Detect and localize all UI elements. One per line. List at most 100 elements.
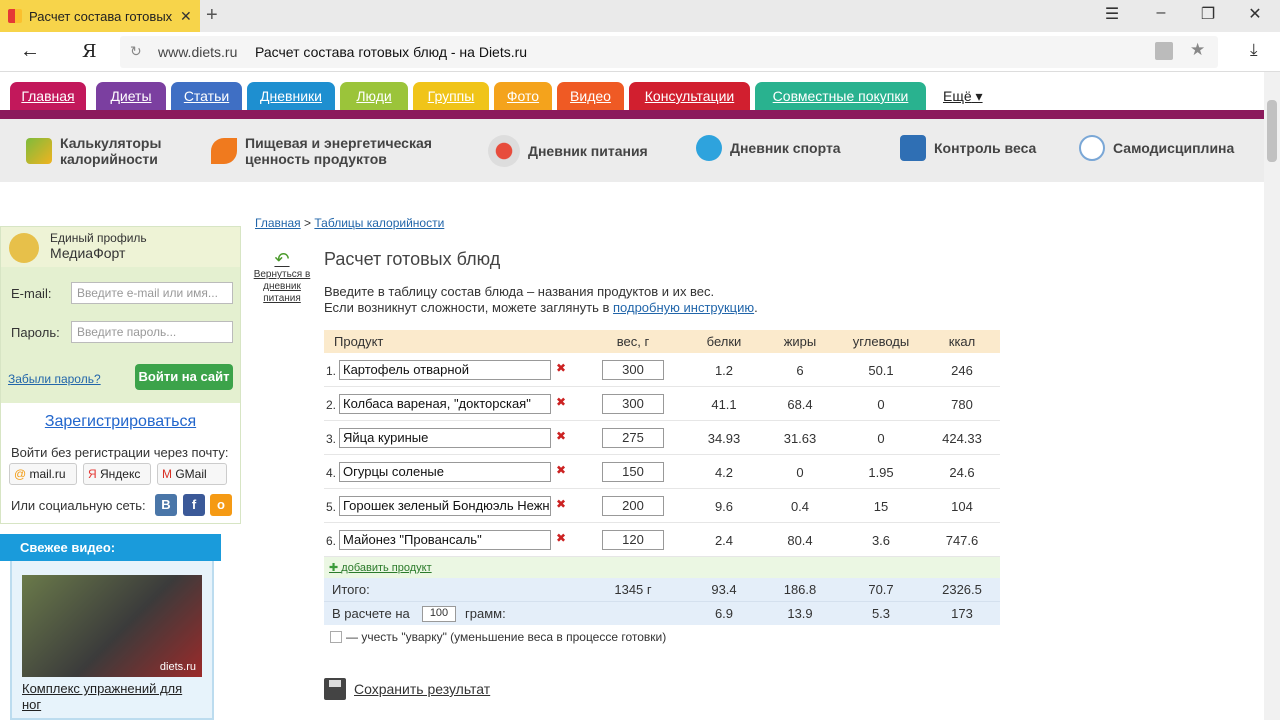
yandex-button[interactable]: Я Яндекс: [83, 463, 151, 485]
per-unit: грамм:: [465, 606, 506, 621]
menu-icon[interactable]: ☰: [1097, 4, 1127, 24]
mediafort-logo: [9, 233, 39, 263]
protein-value: 34.93: [707, 431, 741, 446]
nav-tab-video[interactable]: Видео: [557, 82, 624, 112]
per-label: В расчете на: [332, 606, 410, 621]
facebook-icon[interactable]: f: [183, 494, 205, 516]
product-name-input[interactable]: Картофель отварной: [339, 360, 551, 380]
download-icon[interactable]: ⤓: [1250, 40, 1258, 60]
url-domain: www.diets.ru: [158, 44, 238, 60]
yandex-logo[interactable]: Я: [82, 41, 97, 62]
protein-value: 4.2: [714, 465, 734, 480]
mailru-button[interactable]: @ mail.ru: [9, 463, 77, 485]
nav-tab-diets[interactable]: Диеты: [96, 82, 166, 112]
breadcrumb-current[interactable]: Таблицы калорийности: [314, 216, 444, 230]
login-button[interactable]: Войти на сайт: [135, 364, 233, 390]
per-amount-input[interactable]: 100: [422, 606, 456, 622]
table-row: 3. Яйца куриные ✖ 275 34.93 31.63 0 424.…: [324, 421, 1000, 455]
video-caption-link[interactable]: Комплекс упражнений для ног: [22, 681, 202, 713]
total-weight: 1345 г: [614, 582, 652, 597]
new-tab-icon[interactable]: +: [206, 4, 218, 27]
product-name-input[interactable]: Огурцы соленые: [339, 462, 551, 482]
tool-weight-control[interactable]: Контроль веса: [900, 135, 1050, 161]
add-product-link[interactable]: ✚ добавить продукт: [329, 561, 432, 574]
stopwatch-icon: [1079, 135, 1105, 161]
product-name-input[interactable]: Колбаса вареная, "докторская": [339, 394, 551, 414]
add-product-row: ✚ добавить продукт: [324, 557, 1000, 578]
odnoklassniki-icon[interactable]: о: [210, 494, 232, 516]
browser-tab[interactable]: Расчет состава готовых ✕: [0, 0, 200, 32]
weight-input[interactable]: 120: [602, 530, 664, 550]
tool-nutrition-values[interactable]: Пищевая и энергетическая ценность продук…: [211, 135, 461, 167]
tool-self-discipline[interactable]: Самодисциплина: [1079, 135, 1254, 161]
nav-more[interactable]: Ещё ▾: [943, 88, 983, 105]
register-link[interactable]: Зарегистрироваться: [1, 413, 240, 431]
url-field[interactable]: ↻ www.diets.ru Расчет состава готовых бл…: [120, 36, 1218, 68]
header-carbs: углеводы: [852, 334, 910, 349]
product-name-input[interactable]: Яйца куриные: [339, 428, 551, 448]
forgot-password-link[interactable]: Забыли пароль?: [8, 372, 101, 386]
vk-icon[interactable]: В: [155, 494, 177, 516]
delete-row-icon[interactable]: ✖: [556, 429, 566, 443]
save-result-link[interactable]: Сохранить результат: [324, 678, 490, 700]
delete-row-icon[interactable]: ✖: [556, 531, 566, 545]
social-label: Или социальную сеть:: [11, 498, 146, 513]
row-number: 6.: [326, 534, 337, 548]
scrollbar-thumb[interactable]: [1267, 100, 1277, 162]
nav-tab-consultations[interactable]: Консультации: [629, 82, 750, 112]
delete-row-icon[interactable]: ✖: [556, 497, 566, 511]
delete-row-icon[interactable]: ✖: [556, 395, 566, 409]
uvarka-checkbox[interactable]: [330, 631, 342, 643]
back-arrow-icon: ↶: [274, 249, 290, 269]
window-close-icon[interactable]: ✕: [1240, 4, 1270, 24]
breadcrumb-home[interactable]: Главная: [255, 216, 301, 230]
weight-input[interactable]: 300: [602, 360, 664, 380]
nav-tab-groups[interactable]: Группы: [413, 82, 489, 112]
nav-tab-photo[interactable]: Фото: [494, 82, 552, 112]
nav-tab-joint-purchases[interactable]: Совместные покупки: [755, 82, 926, 112]
scrollbar-track[interactable]: [1264, 72, 1280, 720]
delete-row-icon[interactable]: ✖: [556, 463, 566, 477]
tool-food-diary[interactable]: Дневник питания: [488, 135, 668, 167]
weight-input[interactable]: 150: [602, 462, 664, 482]
per-kcal: 173: [951, 606, 973, 621]
nav-tab-articles[interactable]: Статьи: [171, 82, 242, 112]
sport-icon: [696, 135, 722, 161]
weight-input[interactable]: 275: [602, 428, 664, 448]
delete-row-icon[interactable]: ✖: [556, 361, 566, 375]
lock-icon[interactable]: [1155, 42, 1173, 60]
reload-icon[interactable]: ↻: [130, 43, 142, 60]
nav-tab-diaries[interactable]: Дневники: [247, 82, 335, 112]
close-tab-icon[interactable]: ✕: [180, 8, 192, 25]
nav-tab-people[interactable]: Люди: [340, 82, 408, 112]
instruction-link[interactable]: подробную инструкцию: [613, 300, 754, 315]
minimize-icon[interactable]: –: [1146, 4, 1176, 22]
maximize-icon[interactable]: ❐: [1193, 4, 1223, 24]
back-arrow-icon[interactable]: ←: [20, 40, 40, 63]
tool-sport-diary[interactable]: Дневник спорта: [696, 135, 866, 161]
tool-calculators[interactable]: Калькуляторы калорийности: [26, 135, 196, 167]
carbs-value: 50.1: [868, 363, 894, 378]
back-to-diary-link[interactable]: ↶ Вернуться в дневник питания: [253, 249, 311, 305]
tool-label: Дневник питания: [528, 143, 648, 159]
bookmark-star-icon[interactable]: ★: [1190, 40, 1205, 60]
header-kcal: ккал: [948, 334, 976, 349]
product-name-input[interactable]: Майонез "Провансаль": [339, 530, 551, 550]
tool-label: Самодисциплина: [1113, 140, 1235, 156]
nav-stripe: [0, 110, 1264, 119]
gmail-icon: M: [162, 467, 176, 481]
nav-tab-home[interactable]: Главная: [10, 82, 86, 112]
back-to-diary-label: Вернуться в дневник питания: [253, 269, 311, 304]
header-weight: вес, г: [616, 334, 650, 349]
row-number: 1.: [326, 364, 337, 378]
email-field[interactable]: Введите e-mail или имя...: [71, 282, 233, 304]
password-field[interactable]: Введите пароль...: [71, 321, 233, 343]
protein-value: 2.4: [714, 533, 734, 548]
weight-input[interactable]: 300: [602, 394, 664, 414]
table-row: 2. Колбаса вареная, "докторская" ✖ 300 4…: [324, 387, 1000, 421]
weight-input[interactable]: 200: [602, 496, 664, 516]
row-number: 5.: [326, 500, 337, 514]
video-thumbnail[interactable]: diets.ru: [22, 575, 202, 677]
product-name-input[interactable]: Горошек зеленый Бондюэль Нежный: [339, 496, 551, 516]
gmail-button[interactable]: M GMail: [157, 463, 227, 485]
